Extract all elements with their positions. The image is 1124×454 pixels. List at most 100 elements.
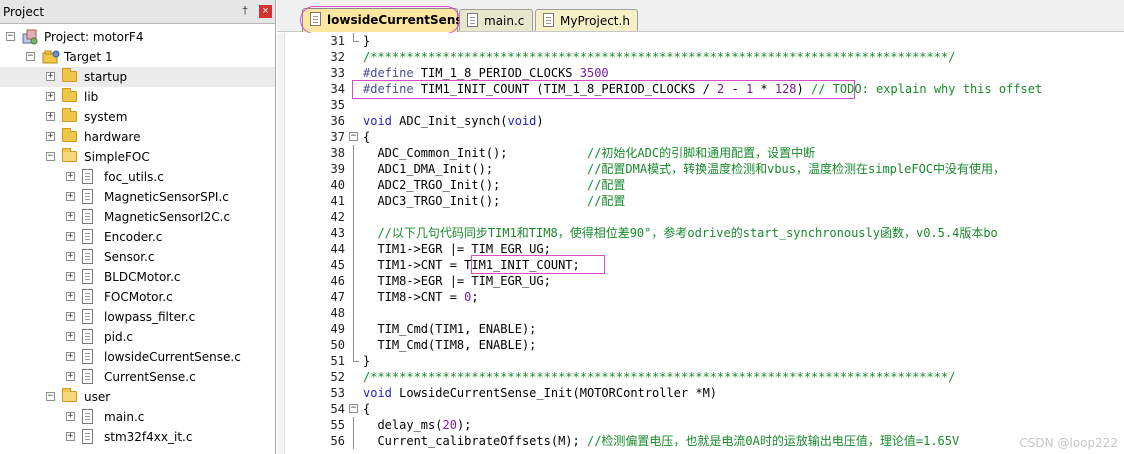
tree-item-user[interactable]: − user — [0, 387, 275, 407]
expand-icon[interactable]: + — [66, 172, 75, 181]
tab-myproject-h[interactable]: MyProject.h — [535, 9, 638, 31]
code-line[interactable]: 53 void LowsideCurrentSense_Init(MOTORCon… — [277, 385, 1124, 401]
code-line[interactable]: 47 TIM8->CNT = 0; — [277, 289, 1124, 305]
collapse-icon[interactable]: − — [46, 152, 55, 161]
tree-item-currentsense-c[interactable]: + CurrentSense.c — [0, 367, 275, 387]
code-line[interactable]: 52 /*************************************… — [277, 369, 1124, 385]
tree-item-encoder-c[interactable]: + Encoder.c — [0, 227, 275, 247]
code-line[interactable]: 39 ADC1_DMA_Init(); //配置DMA模式，转换温度检测和vbu… — [277, 161, 1124, 177]
line-number: 46 — [330, 274, 345, 288]
code-line[interactable]: 34 #define TIM1_INIT_COUNT (TIM_1_8_PERIO… — [277, 81, 1124, 97]
fold-collapse-icon[interactable]: − — [349, 404, 358, 413]
tree-item-lowpass-filter-c[interactable]: + lowpass_filter.c — [0, 307, 275, 327]
code-line[interactable]: 41 ADC3_TRGO_Init(); //配置 — [277, 193, 1124, 209]
line-number: 32 — [330, 50, 345, 64]
tree-item-simplefoc[interactable]: − SimpleFOC — [0, 147, 275, 167]
expand-icon[interactable]: + — [66, 232, 75, 241]
expand-icon[interactable]: + — [66, 412, 75, 421]
expand-icon[interactable]: + — [66, 332, 75, 341]
collapse-icon[interactable]: − — [6, 32, 15, 41]
code-text: { — [363, 401, 370, 417]
collapse-icon[interactable]: − — [26, 52, 35, 61]
tree-item-label: startup — [84, 70, 128, 84]
tree-item-label: MagneticSensorSPI.c — [104, 190, 229, 204]
line-number: 40 — [330, 178, 345, 192]
code-line[interactable]: 31} — [277, 33, 1124, 49]
tree-item-label: FOCMotor.c — [104, 290, 173, 304]
tree-item-label: MagneticSensorI2C.c — [104, 210, 231, 224]
fold-guide — [353, 177, 354, 193]
line-number: 38 — [330, 146, 345, 160]
code-token: 3500 — [579, 66, 609, 80]
expand-icon[interactable]: + — [66, 192, 75, 201]
tree-item-magneticsensori2c-c[interactable]: + MagneticSensorI2C.c — [0, 207, 275, 227]
fold-guide — [353, 241, 354, 257]
fold-guide — [353, 145, 354, 161]
tree-item-sensor-c[interactable]: + Sensor.c — [0, 247, 275, 267]
code-line[interactable]: 56 Current_calibrateOffsets(M); //检测偏置电压… — [277, 433, 1124, 449]
code-line[interactable]: 35 — [277, 97, 1124, 113]
pin-icon[interactable]: † — [242, 5, 248, 17]
fold-collapse-icon[interactable]: − — [349, 132, 358, 141]
line-number: 50 — [330, 338, 345, 352]
collapse-icon[interactable]: − — [46, 392, 55, 401]
line-number: 34 — [330, 82, 345, 96]
expand-icon[interactable]: + — [66, 272, 75, 281]
tree-item-label: Project: motorF4 — [44, 30, 144, 44]
expand-icon[interactable]: + — [66, 312, 75, 321]
expand-icon[interactable]: + — [46, 72, 55, 81]
tree-item-startup[interactable]: + startup — [0, 67, 275, 87]
close-pane-icon[interactable]: × — [259, 5, 272, 18]
tab-lowsidecurrentsense[interactable]: lowsideCurrentSense.c — [302, 8, 482, 32]
tree-item-label: main.c — [104, 410, 145, 424]
tree-item-bldcmotor-c[interactable]: + BLDCMotor.c — [0, 267, 275, 287]
line-number: 48 — [330, 306, 345, 320]
expand-icon[interactable]: + — [66, 372, 75, 381]
tree-item-magneticsensorspi-c[interactable]: + MagneticSensorSPI.c — [0, 187, 275, 207]
code-line[interactable]: 51} — [277, 353, 1124, 369]
expand-icon[interactable]: + — [46, 92, 55, 101]
expand-icon[interactable]: + — [46, 132, 55, 141]
code-line[interactable]: 49 TIM_Cmd(TIM1, ENABLE); — [277, 321, 1124, 337]
tree-item-lowsidecurrentsense-c[interactable]: + lowsideCurrentSense.c — [0, 347, 275, 367]
tree-item-hardware[interactable]: + hardware — [0, 127, 275, 147]
code-line[interactable]: 36 void ADC_Init_synch(void) — [277, 113, 1124, 129]
code-line[interactable]: 44 TIM1->EGR |= TIM_EGR_UG; — [277, 241, 1124, 257]
expand-icon[interactable]: + — [66, 352, 75, 361]
tree-item-target-1[interactable]: − Target 1 — [0, 47, 275, 67]
tree-item-stm32f4xx-it-c[interactable]: + stm32f4xx_it.c — [0, 427, 275, 447]
expand-icon[interactable]: + — [66, 212, 75, 221]
code-text: { — [363, 129, 370, 145]
code-line[interactable]: 45 TIM1->CNT = TIM1_INIT_COUNT; — [277, 257, 1124, 273]
expand-icon[interactable]: + — [66, 252, 75, 261]
code-line[interactable]: 43 //以下几句代码同步TIM1和TIM8，使得相位差90°，参考odrive… — [277, 225, 1124, 241]
code-line[interactable]: 54−{ — [277, 401, 1124, 417]
expand-icon[interactable]: + — [66, 292, 75, 301]
code-line[interactable]: 50 TIM_Cmd(TIM8, ENABLE); — [277, 337, 1124, 353]
code-token: #define — [363, 66, 414, 80]
code-line[interactable]: 33 #define TIM_1_8_PERIOD_CLOCKS 3500 — [277, 65, 1124, 81]
tree-item-main-c[interactable]: + main.c — [0, 407, 275, 427]
code-line[interactable]: 37−{ — [277, 129, 1124, 145]
code-line[interactable]: 46 TIM8->EGR |= TIM_EGR_UG; — [277, 273, 1124, 289]
fold-guide — [353, 417, 354, 433]
tree-item-pid-c[interactable]: + pid.c — [0, 327, 275, 347]
expand-icon[interactable]: + — [66, 432, 75, 441]
code-line[interactable]: 38 ADC_Common_Init(); //初始化ADC的引脚和通用配置，设… — [277, 145, 1124, 161]
code-text: ADC2_TRGO_Init(); //配置 — [363, 177, 625, 193]
code-line[interactable]: 48 — [277, 305, 1124, 321]
tree-item-foc-utils-c[interactable]: + foc_utils.c — [0, 167, 275, 187]
tree-item-system[interactable]: + system — [0, 107, 275, 127]
code-line[interactable]: 42 — [277, 209, 1124, 225]
h-file-icon — [543, 13, 554, 27]
tree-item-label: stm32f4xx_it.c — [104, 430, 193, 444]
code-editor[interactable]: 31} 32/**********************************… — [277, 33, 1124, 454]
code-line[interactable]: 40 ADC2_TRGO_Init(); //配置 — [277, 177, 1124, 193]
tree-item-lib[interactable]: + lib — [0, 87, 275, 107]
expand-icon[interactable]: + — [46, 112, 55, 121]
tree-item-focmotor-c[interactable]: + FOCMotor.c — [0, 287, 275, 307]
code-line[interactable]: 32 /*************************************… — [277, 49, 1124, 65]
tree-item-project-motorf4[interactable]: − Project: motorF4 — [0, 27, 275, 47]
tab-main[interactable]: main.c — [459, 9, 533, 31]
code-line[interactable]: 55 delay_ms(20); — [277, 417, 1124, 433]
